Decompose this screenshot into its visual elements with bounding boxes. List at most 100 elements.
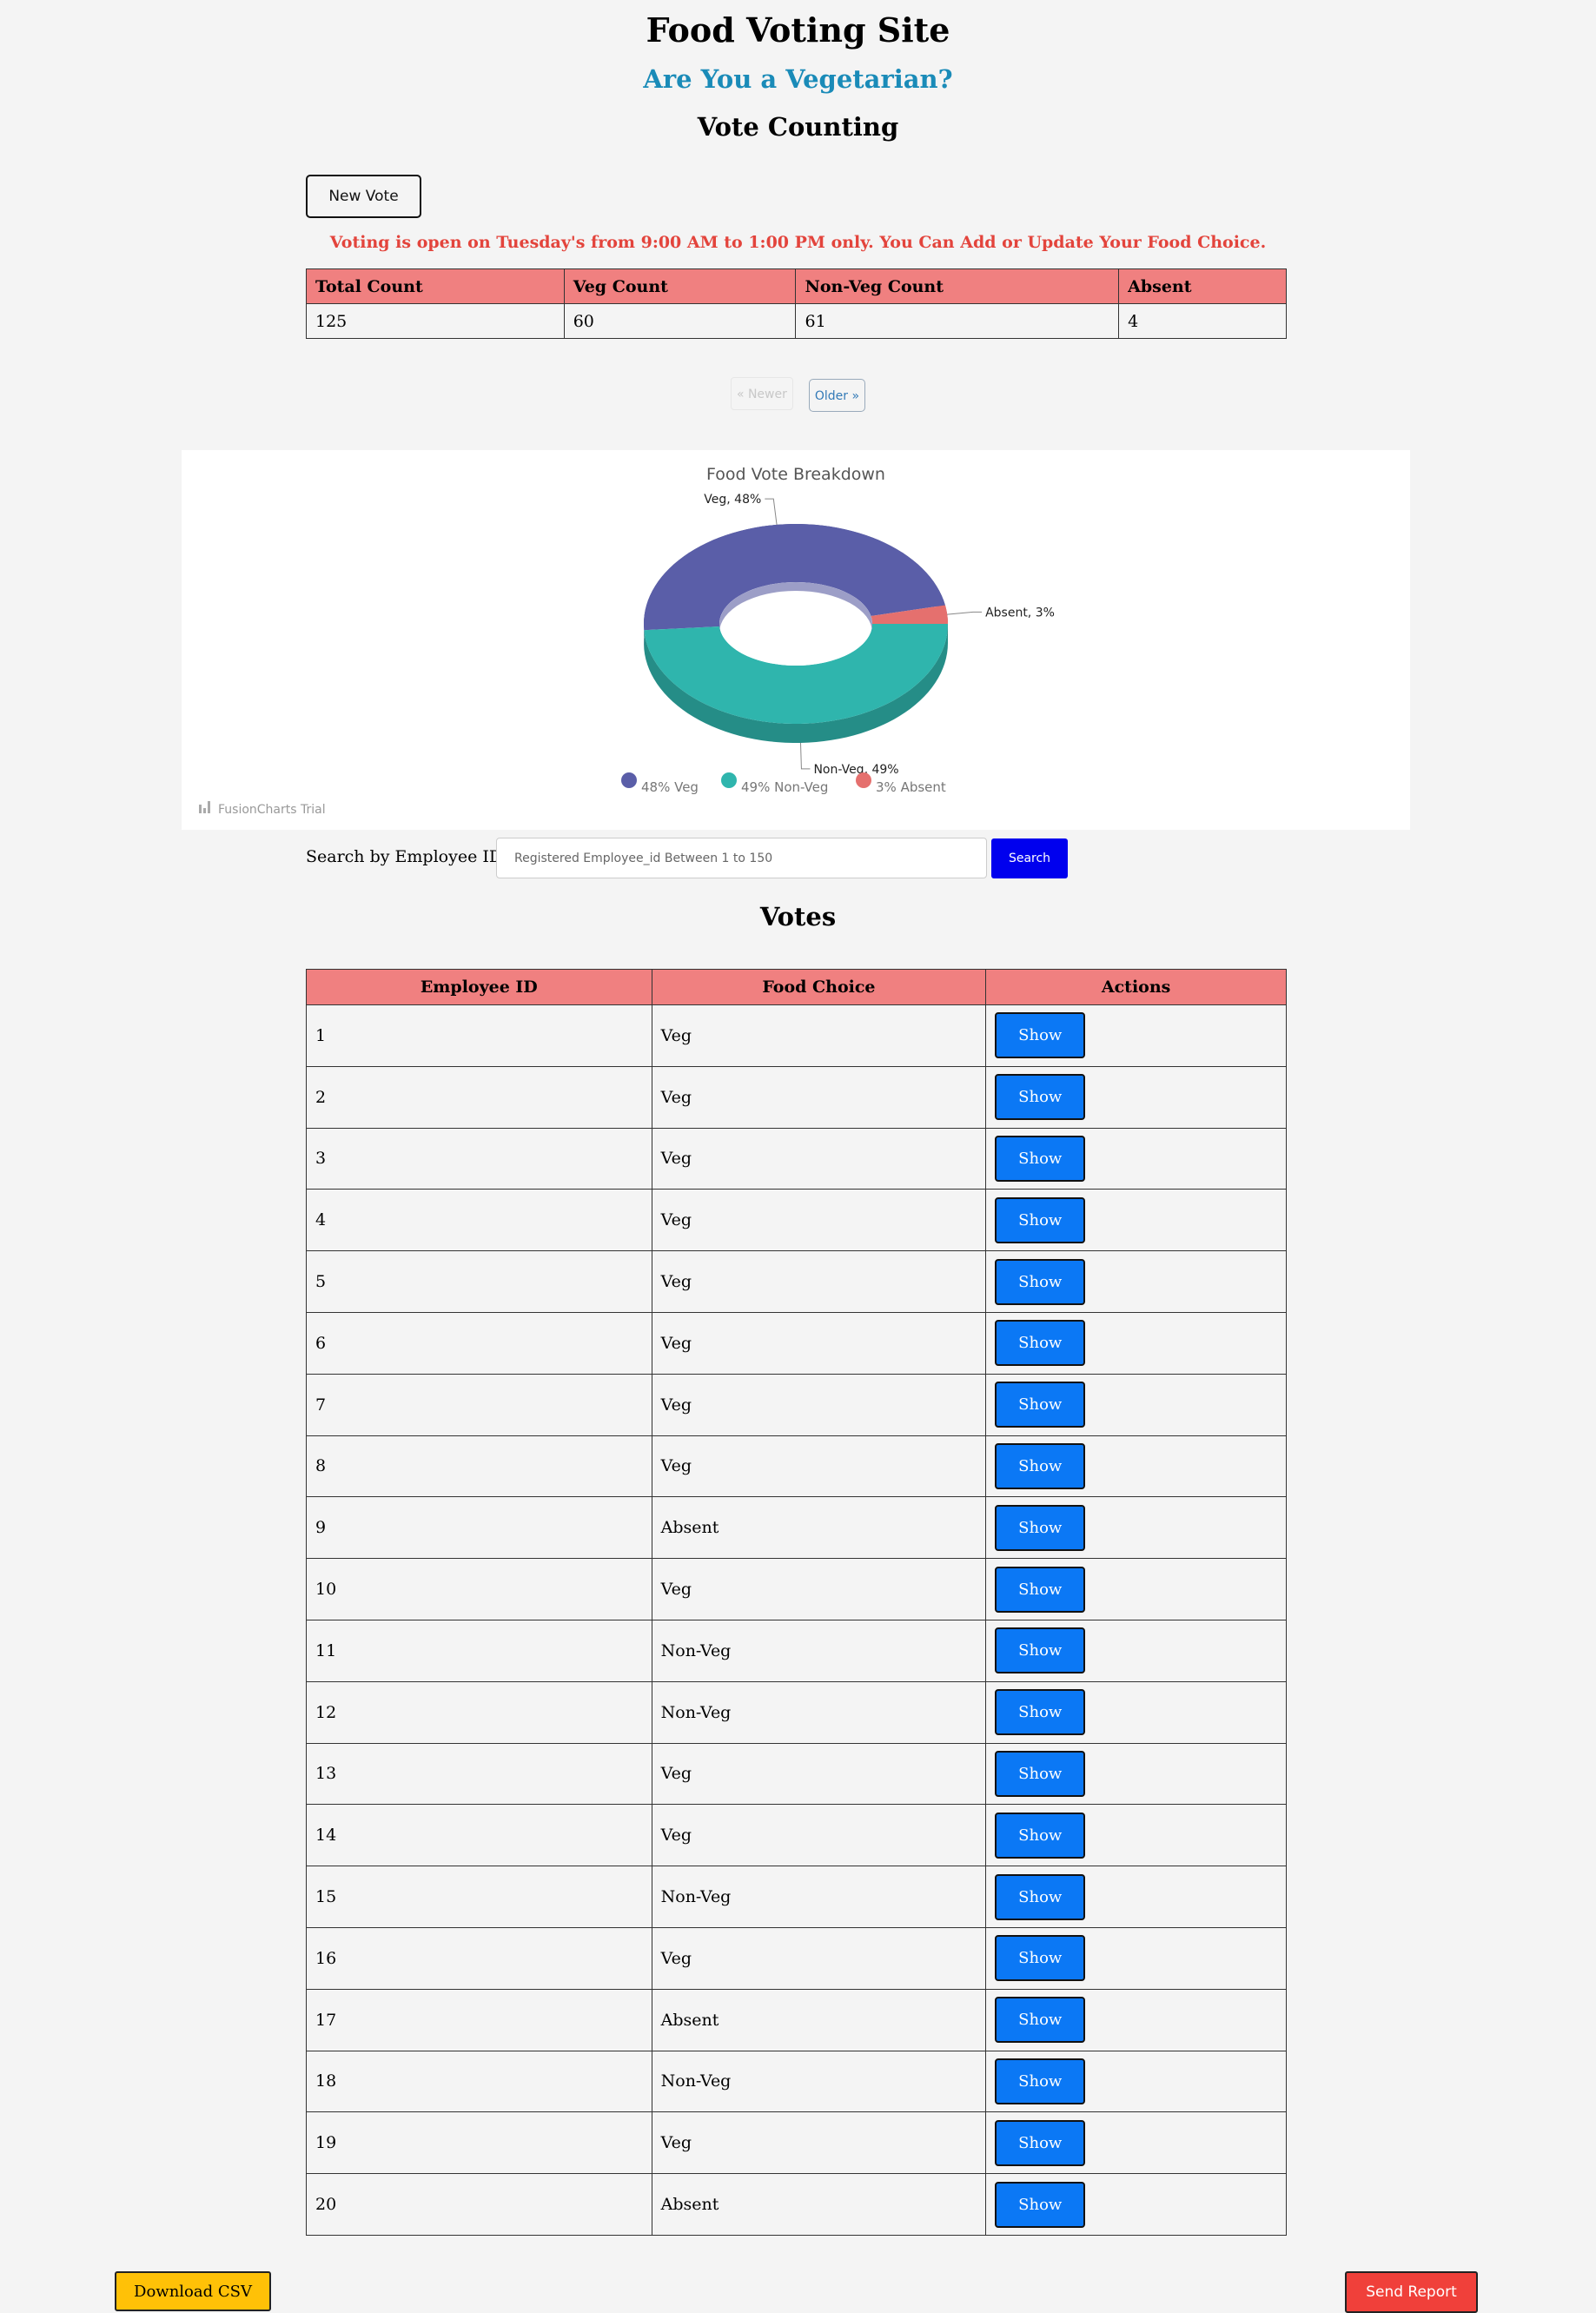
food-choice-cell: Veg xyxy=(651,1250,987,1313)
page-title: Food Voting Site xyxy=(646,10,950,50)
show-button[interactable]: Show xyxy=(995,1442,1086,1489)
employee-id-cell: 14 xyxy=(306,1804,652,1867)
employee-id-cell: 4 xyxy=(306,1189,652,1252)
show-button[interactable]: Show xyxy=(995,1812,1086,1859)
search-button[interactable]: Search xyxy=(991,838,1068,878)
food-choice-cell: Veg xyxy=(651,1311,987,1375)
actions-cell: Show xyxy=(985,1127,1287,1190)
table-row: 1 Veg Show xyxy=(306,1004,1287,1067)
slice-connector-non-veg xyxy=(799,742,811,770)
employee-id-cell: 16 xyxy=(306,1926,652,1990)
employee-id-cell: 18 xyxy=(306,2050,652,2113)
employee-id-header: Employee ID xyxy=(306,969,652,1005)
show-button[interactable]: Show xyxy=(995,2119,1086,2166)
food-choice-cell: Veg xyxy=(651,1373,987,1436)
employee-id-cell: 8 xyxy=(306,1435,652,1498)
employee-id-cell: 10 xyxy=(306,1558,652,1620)
pagination: « Newer Older » xyxy=(0,377,1596,412)
table-row: 20 Absent Show xyxy=(306,2173,1287,2236)
show-button[interactable]: Show xyxy=(995,1504,1086,1551)
show-button[interactable]: Show xyxy=(995,1566,1086,1613)
employee-id-cell: 12 xyxy=(306,1680,652,1744)
actions-cell: Show xyxy=(985,1926,1287,1990)
page-question: Are You a Vegetarian? xyxy=(643,64,953,94)
employee-id-cell: 11 xyxy=(306,1619,652,1682)
show-button[interactable]: Show xyxy=(995,2181,1086,2228)
slice-connector-veg xyxy=(765,498,778,525)
employee-id-cell: 2 xyxy=(306,1065,652,1129)
show-button[interactable]: Show xyxy=(995,1382,1086,1428)
votes-table: Employee ID Food Choice Actions 1 Veg Show… xyxy=(306,969,1287,2236)
employee-id-cell: 20 xyxy=(306,2173,652,2236)
absent-count-value: 4 xyxy=(1118,303,1287,339)
show-button[interactable]: Show xyxy=(995,2058,1086,2104)
veg-count-header: Veg Count xyxy=(563,268,797,304)
actions-cell: Show xyxy=(985,2173,1287,2236)
employee-id-cell: 3 xyxy=(306,1127,652,1190)
food-choice-cell: Non-Veg xyxy=(651,2050,987,2113)
show-button[interactable]: Show xyxy=(995,1935,1086,1982)
actions-cell: Show xyxy=(985,1311,1287,1375)
food-choice-cell: Veg xyxy=(651,1004,987,1067)
employee-id-cell: 13 xyxy=(306,1742,652,1806)
actions-cell: Show xyxy=(985,1866,1287,1928)
total-count-value: 125 xyxy=(306,303,565,339)
employee-id-cell: 5 xyxy=(306,1250,652,1313)
food-choice-header: Food Choice xyxy=(651,969,987,1005)
send-report-button[interactable]: Send Report xyxy=(1345,2271,1478,2313)
veg-count-value: 60 xyxy=(563,303,797,339)
new-vote-button[interactable]: New Vote xyxy=(306,175,421,218)
show-button[interactable]: Show xyxy=(995,1258,1086,1305)
table-row: 5 Veg Show xyxy=(306,1250,1287,1313)
download-csv-button[interactable]: Download CSV xyxy=(115,2271,271,2311)
legend-item-absent[interactable]: 3% Absent xyxy=(876,779,946,795)
food-choice-cell: Absent xyxy=(651,1988,987,2051)
table-row: 10 Veg Show xyxy=(306,1558,1287,1620)
chart-title: Food Vote Breakdown xyxy=(706,465,885,484)
show-button[interactable]: Show xyxy=(995,1750,1086,1797)
food-choice-cell: Veg xyxy=(651,1189,987,1252)
table-row: 2 Veg Show xyxy=(306,1065,1287,1129)
employee-id-cell: 15 xyxy=(306,1866,652,1928)
table-row: 8 Veg Show xyxy=(306,1435,1287,1498)
show-button[interactable]: Show xyxy=(995,1997,1086,2044)
table-row: 4 Veg Show xyxy=(306,1189,1287,1252)
fusioncharts-logo xyxy=(199,801,210,813)
actions-cell: Show xyxy=(985,1189,1287,1252)
show-button[interactable]: Show xyxy=(995,1012,1086,1059)
actions-cell: Show xyxy=(985,1804,1287,1867)
show-button[interactable]: Show xyxy=(995,1320,1086,1367)
doughnut-chart-svg: Food Vote Breakdown Veg, 48% Absent, 3% No… xyxy=(199,465,1055,817)
slice-connector-absent xyxy=(947,611,983,615)
legend-item-veg[interactable]: 48% Veg xyxy=(641,779,699,795)
search-label: Search by Employee ID: xyxy=(306,847,508,866)
legend-marker-non-veg xyxy=(721,772,737,788)
actions-cell: Show xyxy=(985,1496,1287,1560)
show-button[interactable]: Show xyxy=(995,1074,1086,1121)
slice-label-absent: Absent, 3% xyxy=(985,606,1055,620)
show-button[interactable]: Show xyxy=(995,1135,1086,1182)
actions-cell: Show xyxy=(985,1250,1287,1313)
absent-count-header: Absent xyxy=(1118,268,1287,304)
table-row: 18 Non-Veg Show xyxy=(306,2050,1287,2113)
newer-link[interactable]: « Newer xyxy=(730,377,793,410)
food-choice-cell: Absent xyxy=(651,1496,987,1560)
slice-label-veg: Veg, 48% xyxy=(704,493,761,507)
table-row: 19 Veg Show xyxy=(306,2111,1287,2175)
employee-id-cell: 6 xyxy=(306,1311,652,1375)
employee-id-cell: 17 xyxy=(306,1988,652,2051)
actions-cell: Show xyxy=(985,2111,1287,2175)
nonveg-count-header: Non-Veg Count xyxy=(795,268,1120,304)
employee-id-cell: 9 xyxy=(306,1496,652,1560)
show-button[interactable]: Show xyxy=(995,1196,1086,1243)
show-button[interactable]: Show xyxy=(995,1873,1086,1920)
table-row: 6 Veg Show xyxy=(306,1311,1287,1375)
show-button[interactable]: Show xyxy=(995,1689,1086,1736)
section-title: Vote Counting xyxy=(697,112,899,142)
employee-id-cell: 19 xyxy=(306,2111,652,2175)
older-link[interactable]: Older » xyxy=(808,379,866,412)
actions-cell: Show xyxy=(985,2050,1287,2113)
employee-id-search-input[interactable] xyxy=(496,838,987,878)
legend-item-non-veg[interactable]: 49% Non-Veg xyxy=(741,779,828,795)
show-button[interactable]: Show xyxy=(995,1627,1086,1674)
